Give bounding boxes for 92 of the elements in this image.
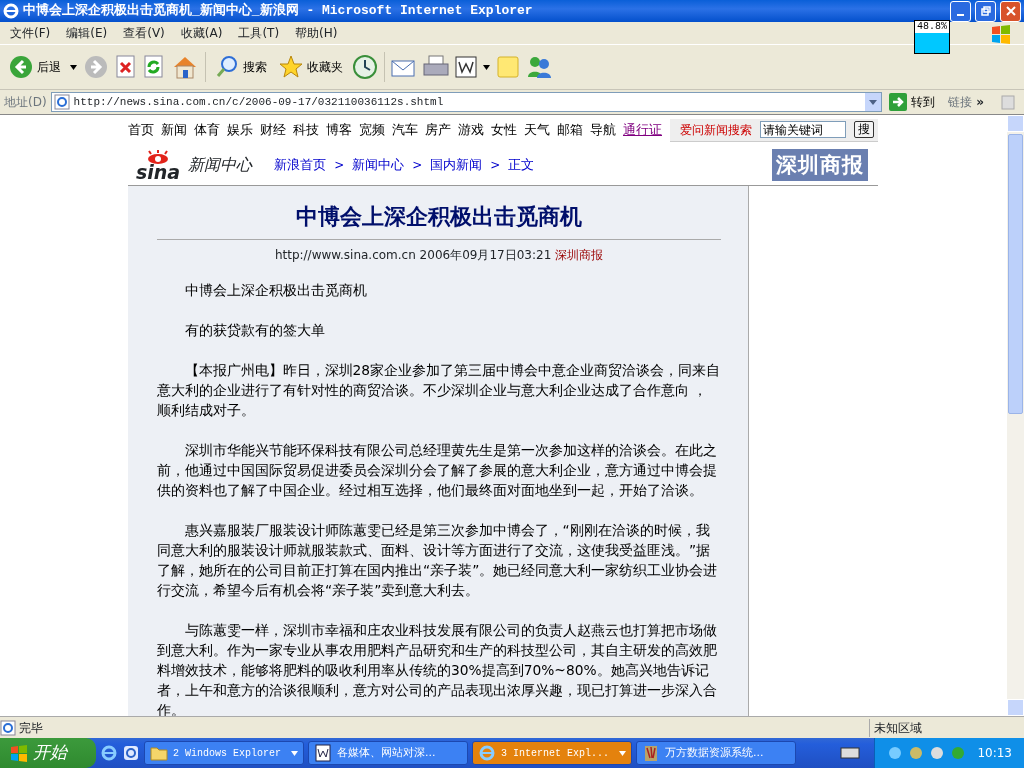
menu-item[interactable]: 文件(F)	[8, 24, 53, 42]
nav-link[interactable]: 首页	[128, 120, 154, 140]
windows-flag-icon	[990, 23, 1012, 45]
favorites-button[interactable]: 收藏夹	[276, 53, 346, 81]
links-label: 链接	[948, 94, 973, 111]
article-meta: http://www.sina.com.cn 2006年09月17日03:21	[274, 248, 552, 262]
ie-icon	[3, 3, 19, 19]
star-icon	[279, 55, 303, 79]
nav-link[interactable]: 游戏	[458, 120, 484, 140]
newspaper-logo: 深圳商报	[772, 149, 868, 181]
word-document-icon	[314, 744, 332, 762]
menu-item[interactable]: 收藏(A)	[178, 24, 225, 42]
article-paragraph: 【本报广州电】昨日，深圳28家企业参加了第三届中博会中意企业商贸洽谈会，同来自意大利的企业进行了有针对性的商贸洽谈。不少深圳企业与意大利企业达成了合作意向 ，顺利结成对子。	[157, 361, 721, 420]
nav-link[interactable]: 汽车	[392, 120, 418, 140]
taskbar-button[interactable]: 各媒体、网站对深...	[308, 741, 468, 765]
sina-logo: sina	[136, 150, 181, 180]
back-button[interactable]: 后退	[6, 53, 64, 81]
article-paragraph: 有的获贷款有的签大单	[183, 321, 326, 340]
breadcrumb-separator: >	[334, 157, 345, 174]
article-paragraph: 中博会上深企积极出击觅商机	[183, 281, 368, 300]
restore-icon	[980, 6, 991, 16]
breadcrumb-link[interactable]: 新浪首页	[274, 155, 327, 175]
outlook-icon[interactable]	[122, 744, 140, 762]
breadcrumb-separator: >	[490, 157, 501, 174]
status-text: 完毕	[19, 719, 43, 737]
stop-icon[interactable]	[115, 55, 137, 79]
taskbar-button[interactable]: 万方数据资源系统...	[636, 741, 796, 765]
refresh-icon[interactable]	[143, 55, 165, 79]
article-paragraph: 深圳市华能兴节能环保科技有限公司总经理黄先生是第一次参加这样的洽谈会。在此之前，他通过中国国际贸易促进委员会深圳分会了解了参展的意大利企业，意方通过中博会提供的资料也了解了中国企业。经过相互选择，他们最终面对面地坐到一起，开始了洽谈。	[157, 441, 718, 500]
breadcrumb-link[interactable]: 正文	[508, 155, 535, 175]
search-icon	[215, 55, 239, 79]
nav-link[interactable]: 导航	[590, 120, 616, 140]
nav-link[interactable]: 博客	[326, 120, 352, 140]
nav-link[interactable]: 邮箱	[557, 120, 583, 140]
printer-icon[interactable]	[423, 55, 449, 79]
menu-item[interactable]: 工具(T)	[236, 24, 282, 42]
breadcrumb-link[interactable]: 新闻中心	[352, 155, 405, 175]
nav-link[interactable]: 科技	[293, 120, 319, 140]
ie-icon[interactable]	[100, 744, 118, 762]
search-button[interactable]: 搜索	[212, 53, 270, 81]
percentage-meter: 48.8%	[914, 20, 950, 54]
nav-link[interactable]: 房产	[425, 120, 451, 140]
address-label: 地址(D)	[4, 94, 47, 111]
dropdown-caret-icon[interactable]	[70, 64, 77, 70]
folder-icon	[150, 744, 168, 762]
article-title: 中博会上深企积极出击觅商机	[157, 186, 721, 240]
ie-page-icon	[0, 719, 16, 736]
restore-button[interactable]	[975, 0, 996, 22]
close-icon	[1005, 6, 1016, 16]
ie-page-icon	[53, 94, 70, 110]
nav-link[interactable]: 娱乐	[227, 120, 253, 140]
tray-icon[interactable]	[929, 745, 946, 761]
nav-link[interactable]: 体育	[194, 120, 220, 140]
address-field[interactable]: http://news.sina.com.cn/c/2006-09-17/032110036112s.shtml	[50, 92, 883, 112]
scrollbar[interactable]	[1007, 115, 1024, 716]
article-paragraph: 惠兴嘉服装厂服装设计师陈蕙雯已经是第三次参加中博会了，“刚刚在洽谈的时候，我同意大利的服装设计师就服装款式、面料、设计等方面进行了交流，这使我受益匪浅。”据了解，她所在的公司目前正打算在国内推出“亲子装”。她已经同意大利一家纺织工业协会进行交流，希望今后有机会将“亲子装”卖到意大利去。	[157, 521, 719, 600]
breadcrumb-link[interactable]: 国内新闻	[430, 155, 483, 175]
eye-logo-icon	[147, 150, 170, 164]
nav-link[interactable]: 宽频	[359, 120, 385, 140]
dropdown-caret-icon[interactable]	[483, 64, 490, 70]
keyboard-icon[interactable]	[840, 746, 861, 760]
chevron-button[interactable]: »	[976, 93, 984, 111]
app-icon	[642, 744, 660, 762]
ie-icon	[478, 744, 496, 762]
nav-link[interactable]: 通行证	[623, 120, 662, 140]
breadcrumb-separator: >	[412, 157, 423, 174]
nav-link[interactable]: 财经	[260, 120, 286, 140]
search-label: 爱问新闻搜索	[680, 121, 752, 139]
windows-flag-icon	[10, 744, 28, 762]
menu-item[interactable]: 帮助(H)	[293, 24, 340, 42]
nav-link[interactable]: 女性	[491, 120, 517, 140]
keyword-field[interactable]: 请输关键词	[760, 121, 846, 138]
taskbar-button[interactable]: 2 Windows Explorer	[144, 741, 304, 765]
history-icon[interactable]	[352, 54, 378, 80]
window-title: 中博会上深企积极出击觅商机_新闻中心_新浪网 - Microsoft Internet Explorer	[23, 1, 533, 21]
word-document-icon[interactable]	[455, 56, 477, 78]
search-submit-button[interactable]: 搜	[854, 121, 874, 138]
nav-link[interactable]: 新闻	[161, 120, 187, 140]
start-button[interactable]: 开始	[0, 738, 96, 768]
channel-name: 新闻中心	[188, 154, 253, 176]
article-paragraph: 与陈蕙雯一样，深圳市幸福和庄农业科技发展有限公司的负责人赵燕云也打算把市场做到意大利。作为一家专业从事农用肥料产品研究和生产的科技型公司，其自主研发的高效肥料增效技术，能够将肥料的吸收利用率从传统的30%提高到70%~80%。她高兴地告诉记者，上午和意方的洽谈很顺利，意方对公司的产品表现出浓厚兴趣，现已打算进一步深入合作。	[157, 621, 718, 716]
menu-item[interactable]: 编辑(E)	[64, 24, 110, 42]
messenger-people-icon[interactable]	[526, 55, 552, 79]
security-zone: 未知区域	[869, 718, 1024, 737]
clock: 10:13	[977, 745, 1012, 762]
minimize-button[interactable]	[950, 0, 971, 22]
close-button[interactable]	[1000, 0, 1021, 22]
source-link[interactable]: 深圳商报	[555, 248, 604, 262]
menu-item[interactable]: 查看(V)	[121, 24, 167, 42]
go-button[interactable]: 转到	[886, 91, 939, 113]
nav-link[interactable]: 天气	[524, 120, 550, 140]
minimize-icon	[957, 14, 964, 16]
